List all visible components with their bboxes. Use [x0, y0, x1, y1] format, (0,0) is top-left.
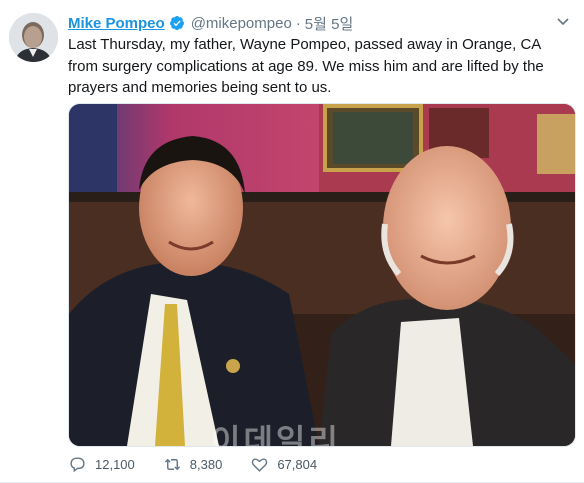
- like-count: 67,804: [277, 457, 318, 472]
- avatar[interactable]: [9, 13, 58, 62]
- timestamp[interactable]: 5월 5일: [305, 13, 353, 34]
- header-separator: ·: [295, 14, 301, 32]
- heart-icon: [252, 458, 268, 472]
- tweet-actions: 12,100 8,380 67,804: [68, 455, 345, 474]
- chevron-down-icon[interactable]: [556, 14, 570, 28]
- tweet-header: Mike Pompeo @mikepompeo · 5월 5일: [68, 12, 353, 34]
- media-watermark: 이데일리: [211, 423, 341, 447]
- reply-count: 12,100: [95, 457, 135, 472]
- retweet-button[interactable]: 8,380: [163, 455, 223, 474]
- retweet-icon: [164, 458, 180, 471]
- reply-icon: [70, 457, 85, 473]
- author-name[interactable]: Mike Pompeo: [68, 15, 165, 32]
- author-handle[interactable]: @mikepompeo: [191, 15, 292, 32]
- tweet-card[interactable]: Mike Pompeo @mikepompeo · 5월 5일 Last Thu…: [0, 0, 584, 483]
- reply-button[interactable]: 12,100: [68, 455, 135, 474]
- retweet-count: 8,380: [189, 457, 223, 472]
- tweet-photo[interactable]: 이데일리: [68, 103, 576, 447]
- verified-badge-icon: [169, 16, 184, 31]
- like-button[interactable]: 67,804: [250, 455, 317, 474]
- tweet-text: Last Thursday, my father, Wayne Pompeo, …: [68, 36, 544, 96]
